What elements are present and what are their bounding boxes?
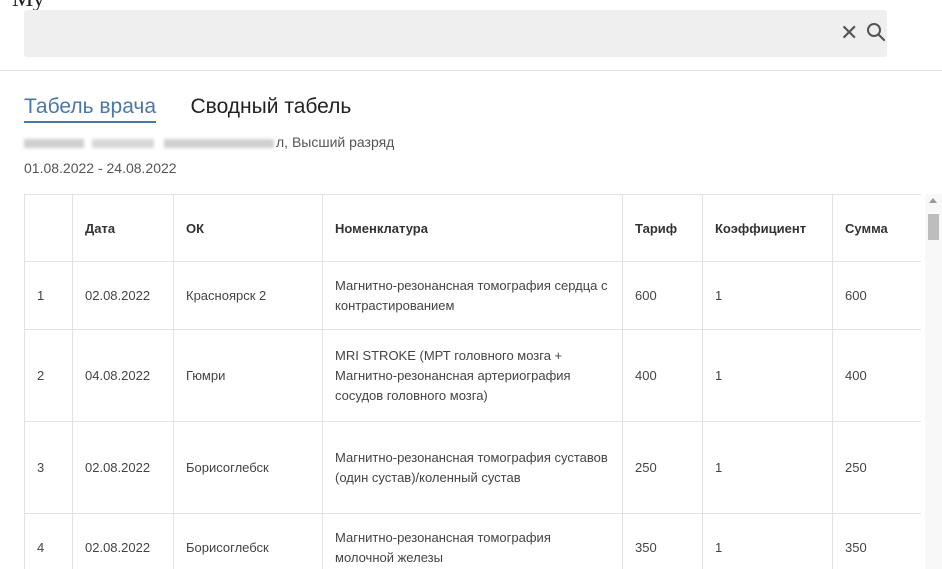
table-row[interactable]: 1 02.08.2022 Красноярск 2 Магнитно-резон… bbox=[24, 261, 921, 330]
row-number: 3 bbox=[24, 421, 73, 514]
table-header-row: Дата ОК Номенклатура Тариф Коэффициент С… bbox=[24, 194, 921, 262]
redacted-name bbox=[24, 138, 274, 148]
row-date: 04.08.2022 bbox=[72, 329, 174, 422]
row-number: 2 bbox=[24, 329, 73, 422]
row-date: 02.08.2022 bbox=[72, 421, 174, 514]
row-coefficient: 1 bbox=[702, 421, 833, 514]
row-number: 1 bbox=[24, 261, 73, 330]
row-item: Магнитно-резонансная томография сердца с… bbox=[322, 261, 623, 330]
row-date: 02.08.2022 bbox=[72, 513, 174, 569]
row-sum: 350 bbox=[832, 513, 921, 569]
row-sum: 600 bbox=[832, 261, 921, 330]
row-coefficient: 1 bbox=[702, 261, 833, 330]
tab-summary-timesheet[interactable]: Сводный табель bbox=[191, 93, 352, 121]
column-header-item[interactable]: Номенклатура bbox=[322, 194, 623, 262]
row-item: MRI STROKE (МРТ головного мозга + Магнит… bbox=[322, 329, 623, 422]
doctor-info: л, Высший разряд bbox=[24, 134, 394, 150]
row-ok: Борисоглебск bbox=[173, 421, 323, 514]
row-ok: Борисоглебск bbox=[173, 513, 323, 569]
column-header[interactable] bbox=[24, 194, 73, 262]
row-tariff: 250 bbox=[622, 421, 703, 514]
scrollbar-thumb[interactable] bbox=[928, 214, 939, 240]
row-tariff: 600 bbox=[622, 261, 703, 330]
timesheet-table-container: Дата ОК Номенклатура Тариф Коэффициент С… bbox=[24, 194, 921, 569]
timesheet-table: Дата ОК Номенклатура Тариф Коэффициент С… bbox=[24, 194, 921, 569]
table-row[interactable]: 4 02.08.2022 Борисоглебск Магнитно-резон… bbox=[24, 513, 921, 569]
column-header-ok[interactable]: ОК bbox=[173, 194, 323, 262]
row-coefficient: 1 bbox=[702, 329, 833, 422]
header-divider bbox=[0, 70, 942, 71]
tab-doctor-timesheet[interactable]: Табель врача bbox=[24, 93, 157, 123]
search-icon[interactable] bbox=[866, 22, 888, 44]
row-item: Магнитно-резонансная томография суставов… bbox=[322, 421, 623, 514]
search-input[interactable]: ✕ bbox=[24, 10, 887, 57]
table-row[interactable]: 2 04.08.2022 Гюмри MRI STROKE (МРТ голов… bbox=[24, 329, 921, 422]
doctor-rank: л, Высший разряд bbox=[276, 134, 395, 150]
table-row[interactable]: 3 02.08.2022 Борисоглебск Магнитно-резон… bbox=[24, 421, 921, 514]
row-date: 02.08.2022 bbox=[72, 261, 174, 330]
column-header-sum[interactable]: Сумма bbox=[832, 194, 921, 262]
scroll-up-arrow-icon[interactable] bbox=[929, 198, 937, 203]
row-ok: Гюмри bbox=[173, 329, 323, 422]
row-number: 4 bbox=[24, 513, 73, 569]
row-sum: 400 bbox=[832, 329, 921, 422]
row-tariff: 350 bbox=[622, 513, 703, 569]
tab-bar: Табель врача Сводный табель bbox=[24, 93, 381, 127]
column-header-date[interactable]: Дата bbox=[72, 194, 174, 262]
period-range: 01.08.2022 - 24.08.2022 bbox=[24, 160, 177, 176]
row-tariff: 400 bbox=[622, 329, 703, 422]
row-item: Магнитно-резонансная томография молочной… bbox=[322, 513, 623, 569]
table-scrollbar[interactable] bbox=[925, 194, 942, 569]
column-header-coefficient[interactable]: Коэффициент bbox=[702, 194, 833, 262]
column-header-tariff[interactable]: Тариф bbox=[622, 194, 703, 262]
row-sum: 250 bbox=[832, 421, 921, 514]
close-icon[interactable]: ✕ bbox=[840, 22, 860, 44]
row-coefficient: 1 bbox=[702, 513, 833, 569]
row-ok: Красноярск 2 bbox=[173, 261, 323, 330]
